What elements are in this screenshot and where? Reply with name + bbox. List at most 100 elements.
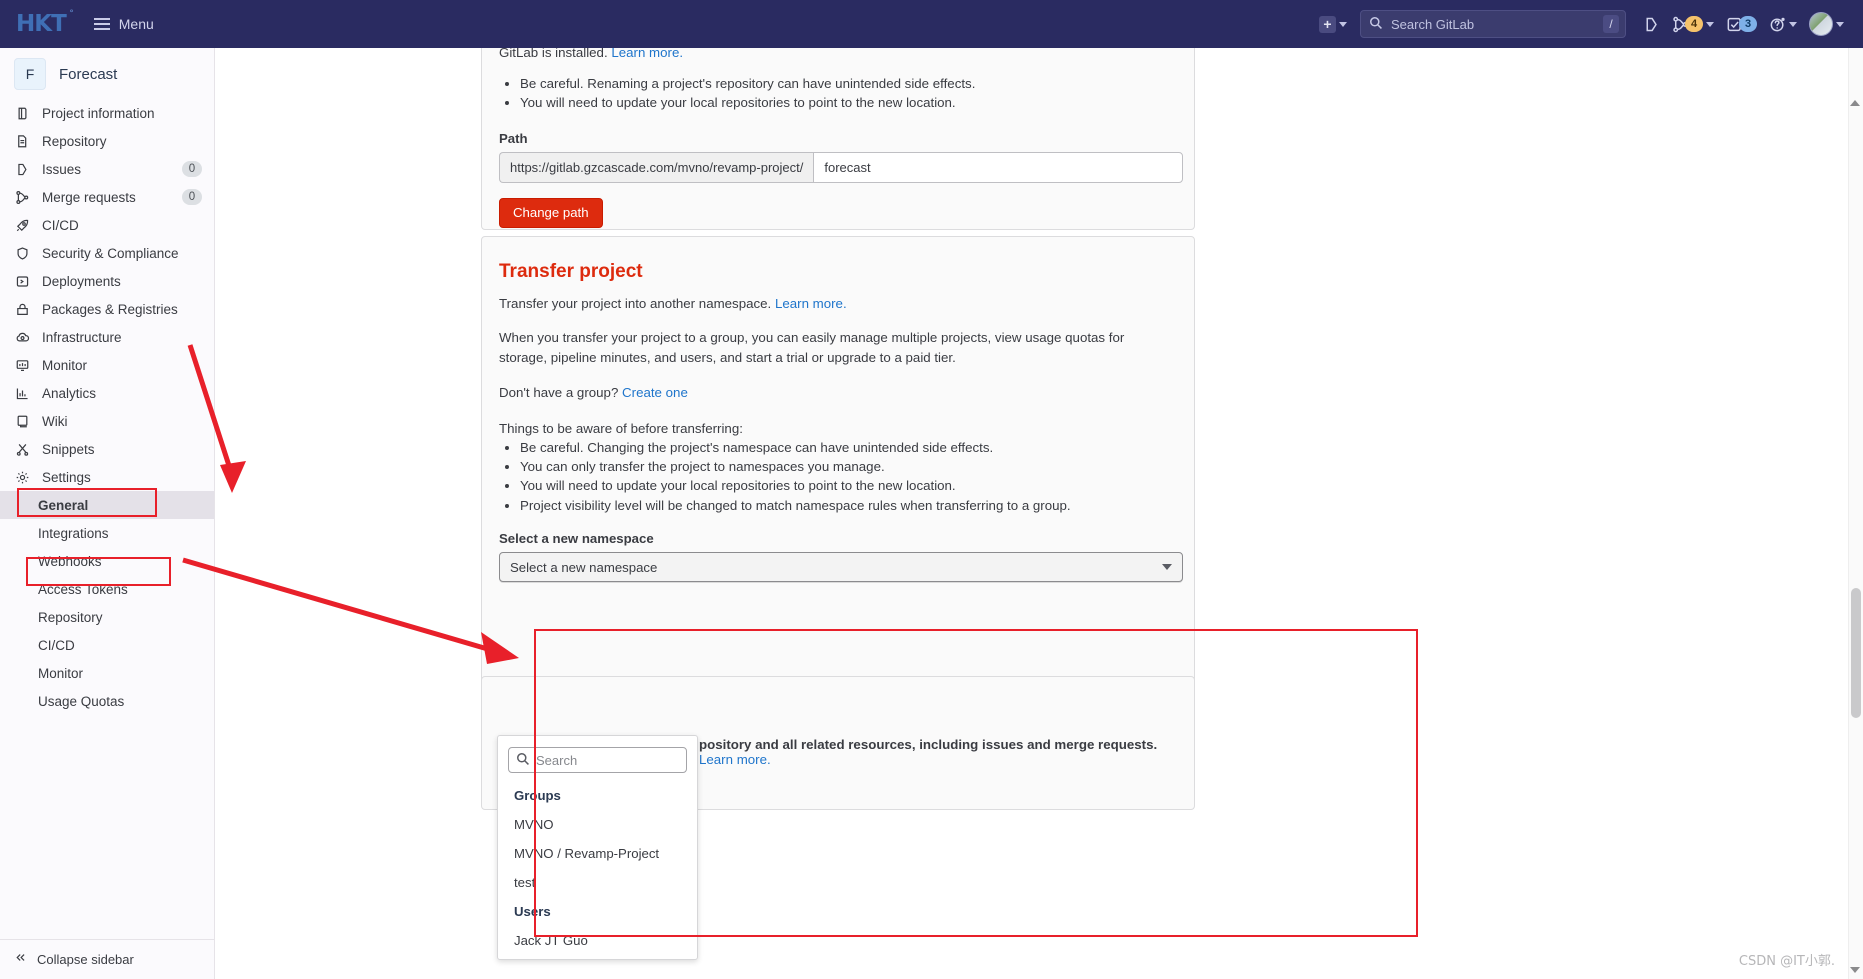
new-item-dropdown[interactable]: +	[1314, 8, 1352, 40]
list-item: You can only transfer the project to nam…	[520, 458, 1177, 476]
namespace-section-heading-users: Users	[514, 904, 551, 919]
create-group-link[interactable]: Create one	[622, 385, 688, 400]
chevron-down-icon	[1339, 21, 1347, 27]
sidebar-item-label: Settings	[42, 469, 91, 485]
rename-intro-text: GitLab is installed. Learn more.	[499, 48, 1177, 63]
delete-warning-text: pository and all related resources, incl…	[699, 737, 1158, 752]
page-scrollbar[interactable]	[1848, 48, 1863, 979]
hkt-logo-dot: °	[69, 9, 73, 19]
sidebar-subitem-monitor[interactable]: Monitor	[0, 659, 214, 687]
namespace-option-jack-jt-guo[interactable]: Jack JT Guo	[498, 926, 697, 955]
sidebar-subitem-integrations[interactable]: Integrations	[0, 519, 214, 547]
sidebar-item-analytics[interactable]: Analytics	[0, 379, 214, 407]
sidebar-item-infrastructure[interactable]: Infrastructure	[0, 323, 214, 351]
user-menu[interactable]	[1804, 8, 1849, 40]
chevron-down-icon	[1706, 21, 1714, 27]
transfer-intro-text: Transfer your project into another names…	[499, 296, 772, 311]
namespace-select[interactable]: Select a new namespace	[499, 552, 1183, 583]
path-prefix: https://gitlab.gzcascade.com/mvno/revamp…	[499, 151, 814, 183]
project-avatar: F	[14, 58, 46, 90]
scrollbar-thumb[interactable]	[1851, 588, 1861, 718]
sidebar-item-repository[interactable]: Repository	[0, 127, 214, 155]
help-nav-icon[interactable]	[1764, 8, 1802, 40]
rename-learn-more-link[interactable]: Learn more.	[611, 48, 683, 60]
issues-nav-icon[interactable]	[1638, 8, 1665, 40]
chart-bar-icon	[14, 385, 31, 402]
sidebar-item-label: Packages & Registries	[42, 301, 178, 317]
aware-label: Things to be aware of before transferrin…	[499, 420, 743, 436]
todos-badge: 3	[1739, 16, 1757, 32]
rocket-icon	[14, 217, 31, 234]
plus-icon: +	[1319, 15, 1336, 33]
sidebar-subitem-access-tokens[interactable]: Access Tokens	[0, 575, 214, 603]
search-input[interactable]	[1360, 10, 1626, 38]
shield-icon	[14, 245, 31, 262]
merge-requests-icon	[14, 189, 31, 206]
change-path-button[interactable]: Change path	[499, 197, 603, 228]
chevron-double-left-icon	[14, 951, 27, 969]
todos-nav-icon[interactable]: 3	[1721, 8, 1762, 40]
path-input[interactable]	[813, 151, 1183, 183]
chevron-down-icon	[1789, 21, 1797, 27]
sidebar-item-project-information[interactable]: Project information	[0, 99, 214, 127]
sidebar-item-badge: 0	[182, 189, 202, 205]
collapse-sidebar-button[interactable]: Collapse sidebar	[0, 939, 214, 979]
sidebar-item-monitor[interactable]: Monitor	[0, 351, 214, 379]
sidebar-item-snippets[interactable]: Snippets	[0, 435, 214, 463]
sidebar-item-label: Issues	[42, 161, 82, 177]
sidebar-item-issues[interactable]: Issues 0	[0, 155, 214, 183]
namespace-search-wrap	[498, 747, 697, 781]
sidebar-item-label: Wiki	[42, 413, 68, 429]
merge-requests-nav-icon[interactable]: 4	[1667, 8, 1719, 40]
list-item: Be careful. Changing the project's names…	[520, 439, 1177, 457]
scroll-up-arrow-icon[interactable]	[1850, 100, 1860, 106]
path-input-group: https://gitlab.gzcascade.com/mvno/revamp…	[499, 151, 1183, 183]
sidebar-subitem-usage-quotas[interactable]: Usage Quotas	[0, 687, 214, 715]
scroll-down-arrow-icon[interactable]	[1850, 967, 1860, 973]
project-sidebar: F Forecast Project information Repositor…	[0, 48, 215, 979]
namespace-option-mvno-revamp-project[interactable]: MVNO / Revamp-Project	[498, 839, 697, 868]
main-content: GitLab is installed. Learn more. Be care…	[215, 48, 1863, 979]
namespace-select-value: Select a new namespace	[510, 559, 658, 575]
book-icon	[14, 413, 31, 430]
create-group-prompt: Don't have a group? Create one	[499, 383, 1177, 403]
global-search[interactable]: /	[1360, 10, 1626, 38]
sidebar-subitem-repository[interactable]: Repository	[0, 603, 214, 631]
sidebar-item-ci-cd[interactable]: CI/CD	[0, 211, 214, 239]
namespace-search-input[interactable]	[508, 747, 687, 773]
sidebar-item-badge: 0	[182, 161, 202, 177]
cloud-gear-icon	[14, 329, 31, 346]
project-header[interactable]: F Forecast	[0, 48, 214, 99]
delete-learn-more-link[interactable]: Learn more.	[699, 752, 771, 767]
sidebar-item-deployments[interactable]: Deployments	[0, 267, 214, 295]
sidebar-subitem-general[interactable]: General	[0, 491, 214, 519]
sidebar-subitem-webhooks[interactable]: Webhooks	[0, 547, 214, 575]
repository-icon	[14, 133, 31, 150]
search-icon	[516, 752, 530, 771]
rename-bullets: Be careful. Renaming a project's reposit…	[520, 75, 1177, 113]
sidebar-item-label: Project information	[42, 105, 155, 121]
collapse-sidebar-label: Collapse sidebar	[37, 952, 134, 967]
sidebar-subitem-ci-cd[interactable]: CI/CD	[0, 631, 214, 659]
hkt-logo-text: HKT	[16, 11, 67, 37]
sidebar-item-label: CI/CD	[42, 217, 79, 233]
sidebar-item-wiki[interactable]: Wiki	[0, 407, 214, 435]
namespace-dropdown-menu: Groups MVNO MVNO / Revamp-Project test U…	[497, 735, 698, 960]
namespace-option-mvno[interactable]: MVNO	[498, 810, 697, 839]
transfer-learn-more-link[interactable]: Learn more.	[775, 296, 847, 311]
sidebar-item-label: Repository	[42, 133, 107, 149]
main-menu-button[interactable]: Menu	[93, 16, 154, 32]
sidebar-item-label: Security & Compliance	[42, 245, 179, 261]
chevron-down-icon	[1162, 564, 1172, 571]
search-icon	[1369, 16, 1383, 35]
transfer-bullets: Be careful. Changing the project's names…	[520, 439, 1177, 515]
rename-repository-card: GitLab is installed. Learn more. Be care…	[481, 48, 1195, 230]
sidebar-item-packages-registries[interactable]: Packages & Registries	[0, 295, 214, 323]
namespace-option-test[interactable]: test	[498, 868, 697, 897]
sidebar-item-merge-requests[interactable]: Merge requests 0	[0, 183, 214, 211]
hkt-logo[interactable]: HKT °	[16, 9, 74, 37]
sidebar-item-settings[interactable]: Settings	[0, 463, 214, 491]
sidebar-item-label: Snippets	[42, 441, 95, 457]
deployments-icon	[14, 273, 31, 290]
sidebar-item-security-compliance[interactable]: Security & Compliance	[0, 239, 214, 267]
